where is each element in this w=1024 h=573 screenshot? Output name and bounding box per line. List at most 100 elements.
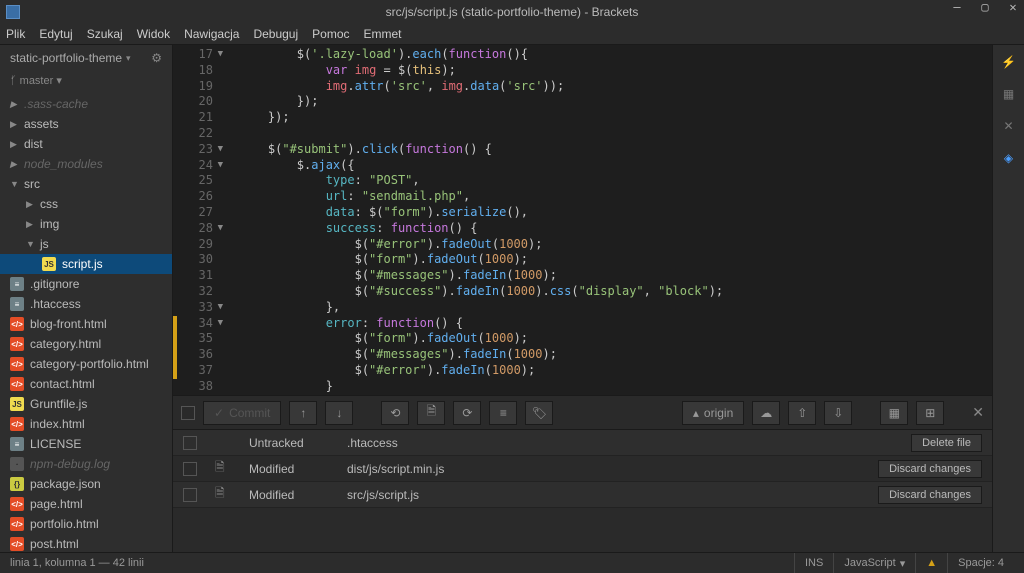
git-branch[interactable]: ᚶ master ▾ [0,71,172,90]
file-blog-front.html[interactable]: </>blog-front.html [0,314,172,334]
menu-nawigacja[interactable]: Nawigacja [184,27,239,41]
git-change-row[interactable]: 🗎Modifieddist/js/script.min.jsDiscard ch… [173,456,992,482]
file-page.html[interactable]: </>page.html [0,494,172,514]
menu-pomoc[interactable]: Pomoc [312,27,349,41]
folder-src[interactable]: ▼src [0,174,172,194]
file-package.json[interactable]: {}package.json [0,474,172,494]
menu-plik[interactable]: Plik [6,27,25,41]
diff-icon[interactable]: 🗎 [215,484,231,505]
row-checkbox[interactable] [183,488,197,502]
file-type-icon: </> [10,537,24,551]
change-path: src/js/script.js [347,488,860,502]
git-remote-pull-icon[interactable]: ⇩ [824,401,852,425]
file-script.js[interactable]: JSscript.js [0,254,172,274]
maximize-button[interactable]: ▢ [978,0,992,14]
file-.htaccess[interactable]: ≡ .htaccess [0,294,172,314]
minimize-button[interactable]: — [950,0,964,14]
git-change-row[interactable]: 🗎 Modified src/js/script.js Discard changes [173,482,992,508]
git-refresh-icon[interactable]: ⟳ [453,401,481,425]
file-Gruntfile.js[interactable]: JSGruntfile.js [0,394,172,414]
row-checkbox[interactable] [183,462,197,476]
select-all-checkbox[interactable] [181,406,195,420]
cursor-position[interactable]: linia 1, kolumna 1 — 42 linii [10,557,144,569]
project-header[interactable]: static-portfolio-theme ▾ ⚙ [0,45,172,71]
file-type-icon: </> [10,517,24,531]
git-toolbar: ✓ Commit ↑ ↓ ⟲ 🗎 ⟳ ≡ 🏷 ▴ origin ☁ ⇧ ⇩ ▦ … [173,396,992,430]
commit-button[interactable]: ✓ Commit [203,401,281,425]
row-checkbox[interactable] [183,436,197,450]
git-image-icon[interactable]: ▦ [880,401,908,425]
git-file-icon[interactable]: 🗎 [417,401,445,425]
folder-css[interactable]: ▶css [0,194,172,214]
tree-label: .htaccess [30,297,81,311]
change-status: Modified [249,488,329,502]
chevron-icon: ▶ [10,159,18,170]
file-post.html[interactable]: </>post.html [0,534,172,552]
git-history-icon[interactable]: ⟲ [381,401,409,425]
file-type-icon: </> [10,497,24,511]
git-fetch-icon[interactable]: ☁ [752,401,780,425]
file-category-portfolio.html[interactable]: </>category-portfolio.html [0,354,172,374]
git-remote-push-icon[interactable]: ⇧ [788,401,816,425]
panel-close-icon[interactable]: ✕ [972,404,984,421]
tree-label: category-portfolio.html [30,357,149,371]
git-change-row[interactable]: Untracked.htaccessDelete file [173,430,992,456]
file-type-icon: ≡ [10,297,24,311]
indent-setting[interactable]: Spacje: 4 [947,553,1014,573]
tools-icon[interactable]: ✕ [1000,117,1018,135]
tree-label: index.html [30,417,85,431]
file-index.html[interactable]: </>index.html [0,414,172,434]
git-menu-icon[interactable]: ≡ [489,401,517,425]
menu-widok[interactable]: Widok [137,27,170,41]
modified-marker [173,316,177,332]
code-text[interactable]: $('.lazy-load').each(function(){ var img… [223,45,992,395]
menu-emmet[interactable]: Emmet [364,27,402,41]
close-button[interactable]: ✕ [1006,0,1020,14]
menu-debuguj[interactable]: Debuguj [253,27,298,41]
project-name: static-portfolio-theme [10,51,122,65]
git-settings-icon[interactable]: ⊞ [916,401,944,425]
git-origin-button[interactable]: ▴ origin [682,401,744,425]
warnings-indicator[interactable]: ▲ [915,553,947,573]
app-logo-icon [6,5,20,19]
gear-icon[interactable]: ⚙ [151,51,162,65]
folder-assets[interactable]: ▶assets [0,114,172,134]
file-category.html[interactable]: </>category.html [0,334,172,354]
menubar: Plik Edytuj Szukaj Widok Nawigacja Debuguj Pom… [0,23,1024,45]
code-editor[interactable]: 17▼181920212223▼24▼25262728▼2930313233▼3… [173,45,992,395]
tree-label: contact.html [30,377,95,391]
git-push-icon[interactable]: ↑ [289,401,317,425]
editor-area: 17▼181920212223▼24▼25262728▼2930313233▼3… [173,45,992,552]
extensions-icon[interactable]: ▦ [1000,85,1018,103]
file-type-icon: · [10,457,24,471]
file-tree: ▶.sass-cache▶assets▶dist▶node_modules▼sr… [0,90,172,552]
folder-node_modules[interactable]: ▶node_modules [0,154,172,174]
git-tag-icon[interactable]: 🏷 [525,401,553,425]
change-path: .htaccess [347,436,893,450]
row-action-button[interactable]: Discard changes [878,460,982,478]
language-mode[interactable]: JavaScript ▾ [833,553,915,573]
folder-.sass-cache[interactable]: ▶.sass-cache [0,94,172,114]
insert-mode[interactable]: INS [794,553,833,573]
file-portfolio.html[interactable]: </>portfolio.html [0,514,172,534]
file-type-icon: ≡ [10,437,24,451]
file-LICENSE[interactable]: ≡LICENSE [0,434,172,454]
file-.gitignore[interactable]: ≡.gitignore [0,274,172,294]
git-icon[interactable]: ◈ [1000,149,1018,167]
live-preview-icon[interactable]: ⚡ [1000,53,1018,71]
menu-szukaj[interactable]: Szukaj [87,27,123,41]
folder-img[interactable]: ▶img [0,214,172,234]
menu-edytuj[interactable]: Edytuj [39,27,72,41]
modified-marker [173,363,177,379]
diff-icon[interactable]: 🗎 [215,458,231,479]
chevron-icon: ▶ [10,139,18,150]
row-action-button[interactable]: Discard changes [878,486,982,504]
folder-js[interactable]: ▼js [0,234,172,254]
git-pull-icon[interactable]: ↓ [325,401,353,425]
row-action-button[interactable]: Delete file [911,434,982,452]
tree-label: .sass-cache [24,97,88,111]
gutter: 17▼181920212223▼24▼25262728▼2930313233▼3… [173,45,223,395]
file-npm-debug.log[interactable]: ·npm-debug.log [0,454,172,474]
file-contact.html[interactable]: </>contact.html [0,374,172,394]
folder-dist[interactable]: ▶dist [0,134,172,154]
